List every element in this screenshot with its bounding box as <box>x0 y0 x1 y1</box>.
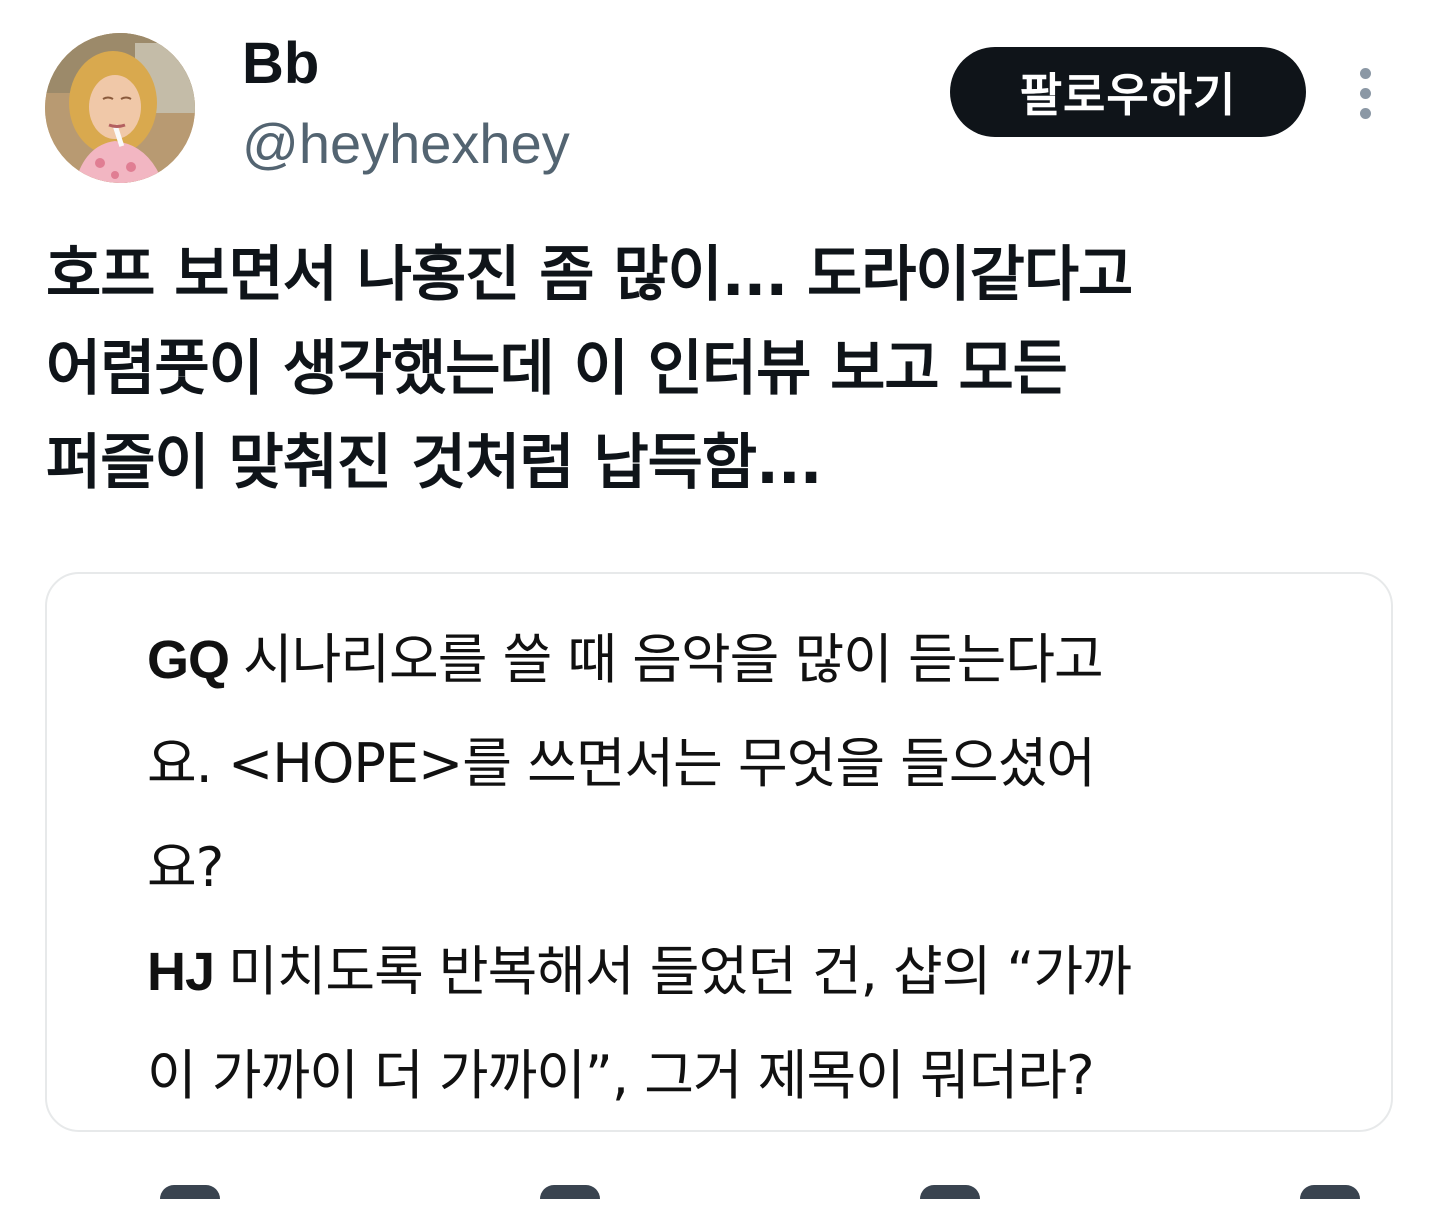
interview-excerpt: GQ 시나리오를 쓸 때 음악을 많이 듣는다고 요. <HOPE>를 쓰면서는 … <box>147 608 1347 1128</box>
more-dot <box>1359 67 1371 79</box>
more-vertical-icon[interactable] <box>1340 60 1390 126</box>
interview-paragraph: GQ 시나리오를 쓸 때 음악을 많이 듣는다고 요. <HOPE>를 쓰면서는 … <box>147 608 1347 920</box>
speaker-label: HJ <box>147 942 215 1002</box>
paragraph-text: 미치도록 반복해서 들었던 건, 샵의 “가까 이 가까이 더 가까이”, 그거… <box>147 940 1132 1107</box>
reply-icon[interactable] <box>160 1185 220 1199</box>
more-dot <box>1359 87 1371 99</box>
display-name[interactable]: Bb <box>242 30 319 98</box>
profile-photo <box>45 33 195 183</box>
paragraph-text: 시나리오를 쓸 때 음악을 많이 듣는다고 요. <HOPE>를 쓰면서는 무엇… <box>147 628 1104 899</box>
like-icon[interactable] <box>920 1185 980 1199</box>
share-icon[interactable] <box>1300 1185 1360 1199</box>
media-card[interactable]: GQ 시나리오를 쓸 때 음악을 많이 듣는다고 요. <HOPE>를 쓰면서는 … <box>45 572 1393 1132</box>
follow-button[interactable]: 팔로우하기 <box>950 47 1306 137</box>
user-handle[interactable]: @heyhexhey <box>242 110 570 178</box>
action-bar <box>160 1185 1360 1205</box>
retweet-icon[interactable] <box>540 1185 600 1199</box>
more-dot <box>1359 107 1371 119</box>
speaker-label: GQ <box>147 630 230 690</box>
tweet-text: 호프 보면서 나홍진 좀 많이... 도라이같다고 어렴풋이 생각했는데 이 인… <box>46 240 1133 498</box>
avatar[interactable] <box>45 33 195 183</box>
interview-paragraph: HJ 미치도록 반복해서 들었던 건, 샵의 “가까 이 가까이 더 가까이”, … <box>147 920 1347 1128</box>
